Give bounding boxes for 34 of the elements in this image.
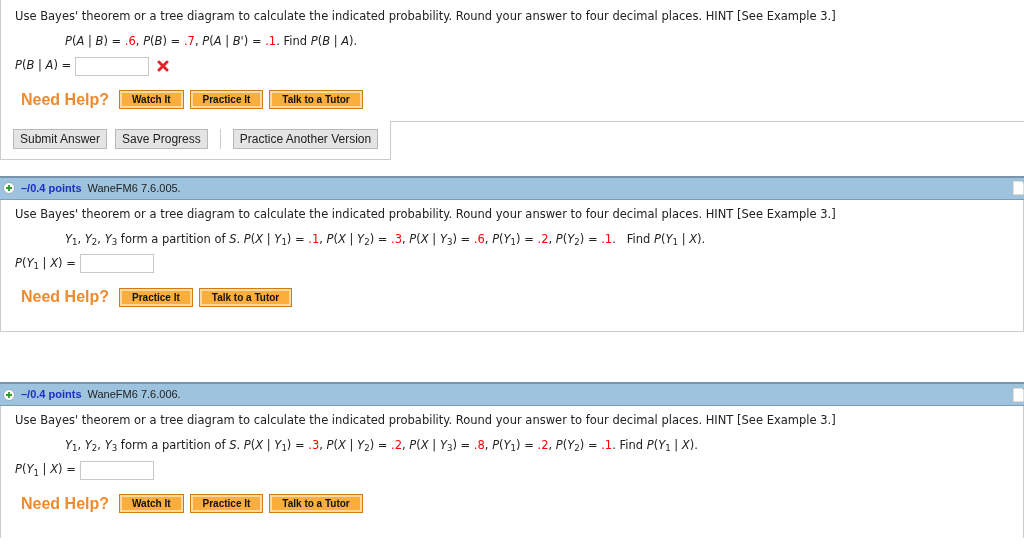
practice-version-button[interactable]: Practice Another Version [232,128,379,149]
help-button[interactable]: Talk to a Tutor [269,494,363,513]
need-help-label: Need Help? [21,89,109,110]
action-button[interactable]: Submit Answer [13,128,108,149]
answer-label: P(B | A) = [15,57,72,75]
need-help-label: Need Help? [21,287,109,307]
problem-statement: Y$_{1}$, Y$_{2}$, Y$_{3}$ form a partition of S. P(X | Y$_{1}$) = .3, P(X | Y$_{2}$) = .2, P(X | Y$_{3}$) = .8, P(Y$_{1}$) = .2, P(Y$_{2}$) = .1. Find P(Y$_{1}$ | X). [64,437,699,455]
problem-statement: Y$_{1}$, Y$_{2}$, Y$_{3}$ form a partition of S. P(X | Y$_{1}$) = .1, P(X | Y$_{2}$) = .3, P(X | Y$_{3}$) = .6, P(Y$_{1}$) = .2, P(Y$_{2}$) = .1. Find P(Y$_{1}$ | X). [64,230,707,248]
help-button[interactable]: Practice It [189,90,264,109]
answer-label: P(Y$_{1}$ | X) = [15,254,76,273]
action-button[interactable]: Save Progress [115,128,208,149]
answer-field[interactable] [75,56,150,76]
answer-field[interactable] [79,254,154,273]
expand-icon[interactable] [3,182,15,194]
instructions-text: Use Bayes' theorem or a tree diagram to calculate the indicated probability. Round your answer to four decimal places. HINT [See Example 3.] [15,412,837,429]
help-button[interactable]: Talk to a Tutor [269,90,363,109]
need-help-label: Need Help? [21,493,109,514]
help-button[interactable]: Talk to a Tutor [198,287,293,307]
answer-field[interactable] [79,460,154,480]
help-button[interactable]: Practice It [119,287,193,307]
answer-label: P(Y$_{1}$ | X) = [15,461,76,479]
question-id: WaneFM6 7.6.006. [87,387,181,403]
expand-icon[interactable] [3,388,15,401]
help-button[interactable]: Watch It [119,90,184,109]
points-label: –/0.4 points [21,180,82,196]
points-label: –/0.4 points [21,387,82,403]
instructions-text: Use Bayes' theorem or a tree diagram to calculate the indicated probability. Round your answer to four decimal places. HINT [See Example 3.] [15,205,837,223]
page-icon[interactable] [1012,180,1024,196]
instructions-text: Use Bayes' theorem or a tree diagram to calculate the indicated probability. Round your answer to four decimal places. HINT [See Example 3.] [15,8,837,25]
help-button[interactable]: Practice It [189,494,264,513]
problem-statement: P(A | B) = .6, P(B) = .7, P(A | B') = .1. Find P(B | A). [64,33,359,51]
question-id: WaneFM6 7.6.005. [87,180,181,196]
page-icon[interactable] [1012,386,1024,403]
help-button[interactable]: Watch It [119,494,184,513]
